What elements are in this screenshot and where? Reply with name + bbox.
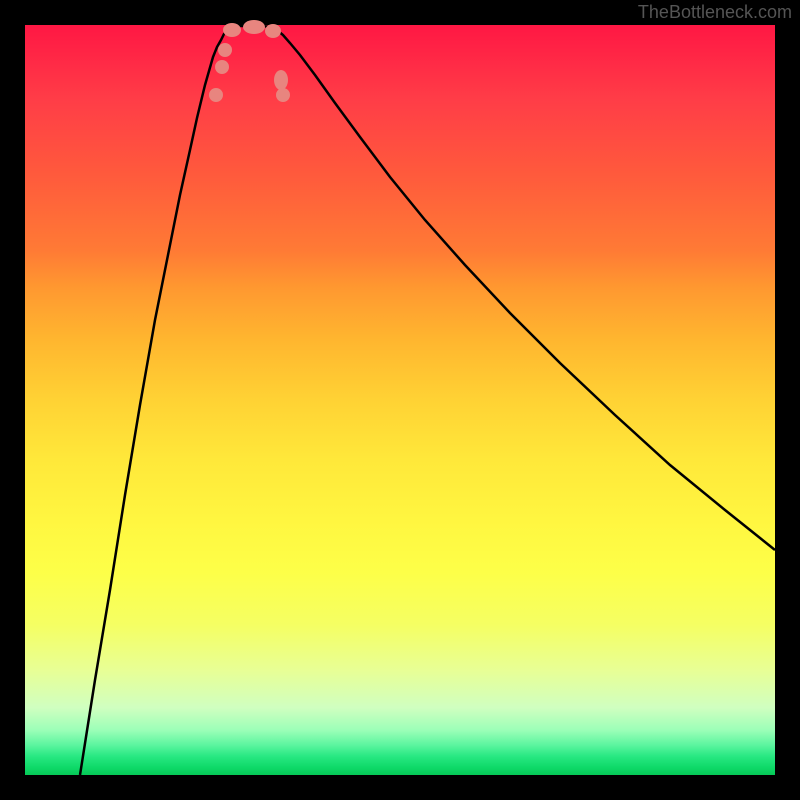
watermark-text: TheBottleneck.com	[638, 2, 792, 23]
data-point-marker	[218, 43, 232, 57]
data-point-marker	[276, 88, 290, 102]
data-point-marker	[223, 23, 241, 37]
bottleneck-curve	[25, 25, 775, 775]
plot-gradient-area	[25, 25, 775, 775]
chart-frame: TheBottleneck.com	[0, 0, 800, 800]
data-point-marker	[265, 24, 281, 38]
curve-left-branch	[80, 27, 230, 775]
data-point-marker	[215, 60, 229, 74]
curve-right-branch	[273, 27, 775, 550]
data-point-marker	[274, 70, 288, 90]
data-point-marker	[243, 20, 265, 34]
data-point-marker	[209, 88, 223, 102]
